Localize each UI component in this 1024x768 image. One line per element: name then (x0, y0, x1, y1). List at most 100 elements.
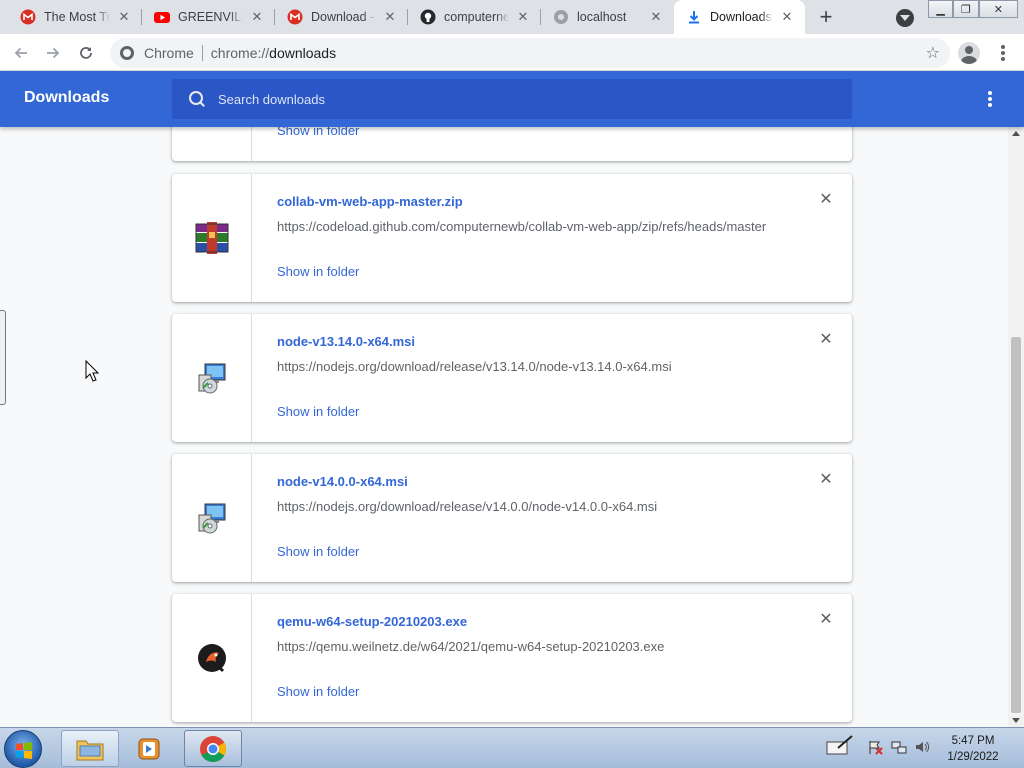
scroll-up-arrow-icon[interactable] (1012, 131, 1020, 136)
downloads-header: Downloads (0, 71, 1024, 127)
download-item: node-v14.0.0-x64.msi https://nodejs.org/… (172, 454, 852, 582)
search-input[interactable] (218, 91, 818, 107)
show-in-folder-link[interactable]: Show in folder (277, 127, 359, 138)
url-host: downloads (269, 45, 337, 61)
tab-title: localhost (577, 10, 627, 24)
arrow-left-icon (14, 47, 27, 59)
file-url-link[interactable]: https://nodejs.org/download/release/v13.… (277, 359, 777, 374)
file-name-link[interactable]: node-v13.14.0-x64.msi (277, 334, 415, 349)
media-player-icon (138, 738, 160, 759)
gmail-icon (20, 9, 36, 25)
close-icon[interactable]: ✕ (648, 9, 664, 25)
search-icon (188, 90, 206, 108)
remove-close-icon[interactable]: ✕ (818, 332, 834, 348)
github-icon (420, 9, 436, 25)
tab-title: Downloads (710, 10, 772, 24)
show-in-folder-link[interactable]: Show in folder (277, 544, 359, 559)
browser-toolbar: Chrome chrome://downloads ☆ (0, 34, 1024, 71)
remove-close-icon[interactable]: ✕ (818, 612, 834, 628)
msi-installer-icon (198, 503, 225, 534)
file-url-link[interactable]: https://nodejs.org/download/release/v14.… (277, 499, 777, 514)
taskbar-chrome[interactable] (184, 730, 242, 767)
close-icon[interactable]: ✕ (779, 9, 795, 25)
chrome-logo-icon (200, 735, 227, 762)
chrome-menu-icon[interactable] (993, 43, 1013, 63)
gmail-icon (287, 9, 303, 25)
taskbar-media-player[interactable] (121, 730, 177, 767)
scroll-down-arrow-icon[interactable] (1012, 718, 1020, 723)
show-in-folder-link[interactable]: Show in folder (277, 684, 359, 699)
download-item: node-v13.14.0-x64.msi https://nodejs.org… (172, 314, 852, 442)
vertical-scrollbar[interactable] (1008, 127, 1024, 727)
tab-0[interactable]: The Most Trusted ✕ (0, 0, 142, 34)
globe-icon (553, 9, 569, 25)
minimize-button[interactable]: ▁ (928, 0, 954, 18)
network-icon[interactable] (890, 738, 908, 756)
qemu-icon (197, 644, 226, 673)
new-tab-button[interactable]: + (814, 4, 838, 29)
page-title: Downloads (24, 89, 110, 106)
tab-2[interactable]: Download - Gmail ✕ (275, 0, 408, 34)
window-close-button[interactable]: ✕ (978, 0, 1018, 18)
remove-close-icon[interactable]: ✕ (818, 472, 834, 488)
reload-button[interactable] (73, 40, 99, 66)
volume-icon[interactable] (913, 738, 931, 756)
arrow-right-icon (47, 47, 60, 59)
omnibox-label: Chrome (144, 45, 194, 61)
show-in-folder-link[interactable]: Show in folder (277, 404, 359, 419)
file-url-link[interactable]: https://codeload.github.com/computernewb… (277, 219, 777, 234)
download-item: collab-vm-web-app-master.zip https://cod… (172, 174, 852, 302)
forward-button[interactable] (40, 40, 66, 66)
msi-installer-icon (198, 363, 225, 394)
tab-strip: The Most Trusted ✕ GREENVILLE ✕ Download… (0, 0, 1024, 34)
show-in-folder-link[interactable]: Show in folder (277, 264, 359, 279)
url-scheme: chrome:// (210, 45, 270, 61)
remove-close-icon[interactable]: ✕ (818, 192, 834, 208)
tab-1[interactable]: GREENVILLE ✕ (142, 0, 275, 34)
system-clock[interactable]: 5:47 PM 1/29/2022 (940, 733, 1006, 765)
close-icon[interactable]: ✕ (116, 9, 132, 25)
close-icon[interactable]: ✕ (249, 9, 265, 25)
back-button[interactable] (8, 40, 34, 66)
action-center-flag-icon[interactable] (866, 738, 884, 756)
tab-title: GREENVILLE (178, 10, 243, 24)
reload-icon (80, 47, 92, 59)
mouse-pointer-icon (85, 360, 99, 382)
file-name-link[interactable]: collab-vm-web-app-master.zip (277, 194, 463, 209)
chrome-logo-icon (120, 46, 134, 60)
restore-button[interactable]: ❐ (953, 0, 979, 18)
downloads-list: Show in folder collab-vm-web-app-master.… (0, 127, 1008, 727)
clock-date: 1/29/2022 (947, 751, 999, 763)
tab-title: Download - Gmail (311, 10, 376, 24)
file-url-link[interactable]: https://qemu.weilnetz.de/w64/2021/qemu-w… (277, 639, 777, 654)
youtube-icon (154, 9, 170, 25)
tab-search-icon[interactable] (896, 9, 914, 27)
scrollbar-thumb[interactable] (1011, 337, 1021, 713)
bookmark-star-icon[interactable]: ☆ (926, 43, 940, 63)
tab-5[interactable]: Downloads ✕ (674, 0, 805, 34)
file-name-link[interactable]: qemu-w64-setup-20210203.exe (277, 614, 467, 629)
windows-taskbar: 5:47 PM 1/29/2022 (0, 727, 1024, 768)
tab-3[interactable]: computernewb ✕ (408, 0, 541, 34)
pen-tablet-icon[interactable] (826, 735, 854, 755)
winrar-archive-icon (195, 222, 228, 254)
tab-title: computernewb (444, 10, 509, 24)
download-item: qemu-w64-setup-20210203.exe https://qemu… (172, 594, 852, 722)
file-icon (172, 127, 252, 161)
file-name-link[interactable]: node-v14.0.0-x64.msi (277, 474, 408, 489)
profile-avatar-icon[interactable] (958, 42, 980, 64)
taskbar-explorer[interactable] (61, 730, 119, 767)
tab-4[interactable]: localhost ✕ (541, 0, 674, 34)
close-icon[interactable]: ✕ (382, 9, 398, 25)
background-window-edge (0, 310, 6, 405)
download-item: Show in folder (172, 127, 852, 161)
download-icon (686, 9, 702, 25)
folder-icon (76, 740, 104, 760)
search-bar[interactable] (172, 79, 852, 119)
windows-logo-icon (16, 742, 32, 759)
window-controls: ▁ ❐ ✕ (928, 0, 1018, 18)
start-button[interactable] (4, 730, 42, 768)
address-bar[interactable]: Chrome chrome://downloads ☆ (110, 38, 950, 68)
close-icon[interactable]: ✕ (515, 9, 531, 25)
more-actions-icon[interactable] (980, 89, 1000, 109)
